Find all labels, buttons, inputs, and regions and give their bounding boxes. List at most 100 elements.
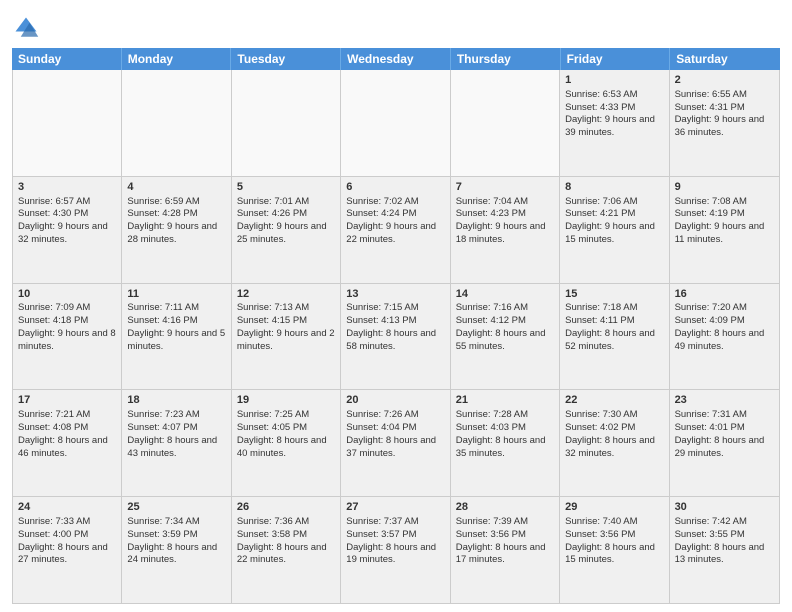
day-of-week-header: Monday	[122, 48, 232, 70]
sunrise-text: Sunrise: 6:57 AM	[18, 196, 90, 207]
calendar-cell: 7Sunrise: 7:04 AMSunset: 4:23 PMDaylight…	[451, 177, 560, 283]
calendar-cell	[13, 70, 122, 176]
calendar-cell: 17Sunrise: 7:21 AMSunset: 4:08 PMDayligh…	[13, 390, 122, 496]
day-number: 2	[675, 73, 774, 88]
day-number: 23	[675, 393, 774, 408]
calendar-cell: 4Sunrise: 6:59 AMSunset: 4:28 PMDaylight…	[122, 177, 231, 283]
sunrise-text: Sunrise: 7:23 AM	[127, 409, 199, 420]
daylight-text: Daylight: 8 hours and 55 minutes.	[456, 328, 546, 352]
calendar-row: 10Sunrise: 7:09 AMSunset: 4:18 PMDayligh…	[13, 284, 779, 391]
daylight-text: Daylight: 8 hours and 29 minutes.	[675, 435, 765, 459]
sunrise-text: Sunrise: 7:25 AM	[237, 409, 309, 420]
sunset-text: Sunset: 4:05 PM	[237, 422, 307, 433]
day-number: 15	[565, 287, 663, 302]
day-number: 27	[346, 500, 444, 515]
day-of-week-header: Thursday	[451, 48, 561, 70]
day-number: 11	[127, 287, 225, 302]
sunset-text: Sunset: 4:00 PM	[18, 529, 88, 540]
daylight-text: Daylight: 9 hours and 2 minutes.	[237, 328, 335, 352]
calendar-cell: 12Sunrise: 7:13 AMSunset: 4:15 PMDayligh…	[232, 284, 341, 390]
calendar-cell: 20Sunrise: 7:26 AMSunset: 4:04 PMDayligh…	[341, 390, 450, 496]
day-number: 13	[346, 287, 444, 302]
sunrise-text: Sunrise: 7:15 AM	[346, 302, 418, 313]
sunrise-text: Sunrise: 7:28 AM	[456, 409, 528, 420]
daylight-text: Daylight: 9 hours and 25 minutes.	[237, 221, 327, 245]
day-number: 26	[237, 500, 335, 515]
day-number: 22	[565, 393, 663, 408]
calendar-row: 17Sunrise: 7:21 AMSunset: 4:08 PMDayligh…	[13, 390, 779, 497]
sunset-text: Sunset: 3:58 PM	[237, 529, 307, 540]
sunrise-text: Sunrise: 6:59 AM	[127, 196, 199, 207]
sunrise-text: Sunrise: 7:21 AM	[18, 409, 90, 420]
daylight-text: Daylight: 9 hours and 36 minutes.	[675, 114, 765, 138]
sunset-text: Sunset: 4:26 PM	[237, 208, 307, 219]
sunset-text: Sunset: 4:28 PM	[127, 208, 197, 219]
day-number: 7	[456, 180, 554, 195]
sunset-text: Sunset: 4:16 PM	[127, 315, 197, 326]
calendar-cell: 29Sunrise: 7:40 AMSunset: 3:56 PMDayligh…	[560, 497, 669, 603]
daylight-text: Daylight: 8 hours and 13 minutes.	[675, 542, 765, 566]
sunset-text: Sunset: 4:19 PM	[675, 208, 745, 219]
day-of-week-header: Wednesday	[341, 48, 451, 70]
day-number: 5	[237, 180, 335, 195]
sunrise-text: Sunrise: 7:36 AM	[237, 516, 309, 527]
daylight-text: Daylight: 9 hours and 15 minutes.	[565, 221, 655, 245]
day-number: 10	[18, 287, 116, 302]
calendar-header: SundayMondayTuesdayWednesdayThursdayFrid…	[12, 48, 780, 70]
calendar-cell: 30Sunrise: 7:42 AMSunset: 3:55 PMDayligh…	[670, 497, 779, 603]
day-number: 14	[456, 287, 554, 302]
calendar-cell: 27Sunrise: 7:37 AMSunset: 3:57 PMDayligh…	[341, 497, 450, 603]
page: SundayMondayTuesdayWednesdayThursdayFrid…	[0, 0, 792, 612]
day-number: 24	[18, 500, 116, 515]
day-of-week-header: Saturday	[670, 48, 780, 70]
day-of-week-header: Friday	[561, 48, 671, 70]
sunrise-text: Sunrise: 7:39 AM	[456, 516, 528, 527]
sunset-text: Sunset: 3:59 PM	[127, 529, 197, 540]
sunset-text: Sunset: 4:03 PM	[456, 422, 526, 433]
calendar-cell: 28Sunrise: 7:39 AMSunset: 3:56 PMDayligh…	[451, 497, 560, 603]
calendar-cell	[341, 70, 450, 176]
sunrise-text: Sunrise: 7:02 AM	[346, 196, 418, 207]
calendar-cell: 5Sunrise: 7:01 AMSunset: 4:26 PMDaylight…	[232, 177, 341, 283]
sunset-text: Sunset: 4:01 PM	[675, 422, 745, 433]
day-number: 1	[565, 73, 663, 88]
sunrise-text: Sunrise: 7:08 AM	[675, 196, 747, 207]
calendar: SundayMondayTuesdayWednesdayThursdayFrid…	[12, 48, 780, 604]
daylight-text: Daylight: 9 hours and 18 minutes.	[456, 221, 546, 245]
sunset-text: Sunset: 4:04 PM	[346, 422, 416, 433]
sunrise-text: Sunrise: 7:20 AM	[675, 302, 747, 313]
day-number: 16	[675, 287, 774, 302]
sunset-text: Sunset: 4:24 PM	[346, 208, 416, 219]
daylight-text: Daylight: 8 hours and 27 minutes.	[18, 542, 108, 566]
daylight-text: Daylight: 8 hours and 32 minutes.	[565, 435, 655, 459]
calendar-cell: 9Sunrise: 7:08 AMSunset: 4:19 PMDaylight…	[670, 177, 779, 283]
daylight-text: Daylight: 8 hours and 43 minutes.	[127, 435, 217, 459]
calendar-row: 1Sunrise: 6:53 AMSunset: 4:33 PMDaylight…	[13, 70, 779, 177]
sunset-text: Sunset: 4:33 PM	[565, 102, 635, 113]
day-number: 25	[127, 500, 225, 515]
calendar-row: 3Sunrise: 6:57 AMSunset: 4:30 PMDaylight…	[13, 177, 779, 284]
sunset-text: Sunset: 3:56 PM	[456, 529, 526, 540]
daylight-text: Daylight: 8 hours and 17 minutes.	[456, 542, 546, 566]
day-number: 17	[18, 393, 116, 408]
day-number: 29	[565, 500, 663, 515]
day-number: 9	[675, 180, 774, 195]
sunrise-text: Sunrise: 7:04 AM	[456, 196, 528, 207]
daylight-text: Daylight: 8 hours and 49 minutes.	[675, 328, 765, 352]
calendar-cell: 1Sunrise: 6:53 AMSunset: 4:33 PMDaylight…	[560, 70, 669, 176]
header	[12, 10, 780, 42]
sunrise-text: Sunrise: 7:26 AM	[346, 409, 418, 420]
calendar-cell	[122, 70, 231, 176]
sunrise-text: Sunrise: 7:09 AM	[18, 302, 90, 313]
calendar-cell: 13Sunrise: 7:15 AMSunset: 4:13 PMDayligh…	[341, 284, 450, 390]
sunset-text: Sunset: 4:21 PM	[565, 208, 635, 219]
sunrise-text: Sunrise: 7:30 AM	[565, 409, 637, 420]
sunrise-text: Sunrise: 7:34 AM	[127, 516, 199, 527]
sunset-text: Sunset: 3:56 PM	[565, 529, 635, 540]
sunrise-text: Sunrise: 6:55 AM	[675, 89, 747, 100]
calendar-row: 24Sunrise: 7:33 AMSunset: 4:00 PMDayligh…	[13, 497, 779, 603]
calendar-cell	[232, 70, 341, 176]
sunset-text: Sunset: 4:13 PM	[346, 315, 416, 326]
daylight-text: Daylight: 8 hours and 37 minutes.	[346, 435, 436, 459]
daylight-text: Daylight: 9 hours and 39 minutes.	[565, 114, 655, 138]
